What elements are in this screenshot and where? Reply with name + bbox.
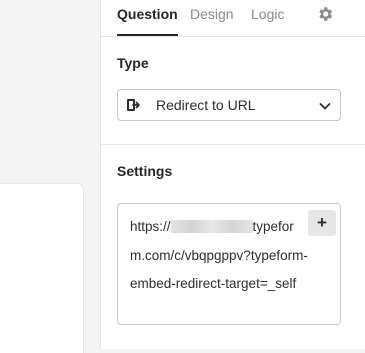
gear-icon[interactable] xyxy=(316,5,334,23)
section-divider xyxy=(101,144,365,145)
type-section-title: Type xyxy=(117,55,149,71)
url-part-value: target=_self xyxy=(225,276,297,291)
insert-variable-button[interactable]: + xyxy=(308,210,336,236)
url-part-protocol: https:// xyxy=(130,219,171,234)
tab-design[interactable]: Design xyxy=(190,5,234,35)
question-type-value: Redirect to URL xyxy=(156,97,256,113)
tab-logic[interactable]: Logic xyxy=(251,5,284,35)
settings-section-title: Settings xyxy=(117,163,173,179)
question-settings-panel: Question Design Logic Type Redirect to U… xyxy=(100,0,365,349)
redirect-url-value: https://typeform.com/c/vbqpgppv?typeform… xyxy=(130,213,308,299)
tab-question[interactable]: Question xyxy=(117,5,178,36)
redirect-icon xyxy=(127,99,140,111)
redacted-text xyxy=(170,220,253,233)
question-card[interactable] xyxy=(0,183,84,353)
redirect-url-field[interactable]: https://typeform.com/c/vbqpgppv?typeform… xyxy=(117,203,341,325)
chevron-down-icon xyxy=(319,103,331,110)
url-part-path: m.com/c/vbqpgppv? xyxy=(130,247,251,263)
url-part-domain: typefor xyxy=(252,219,294,234)
panel-tabs: Question Design Logic xyxy=(101,0,365,37)
question-type-select[interactable]: Redirect to URL xyxy=(117,89,341,121)
form-canvas xyxy=(0,0,100,353)
